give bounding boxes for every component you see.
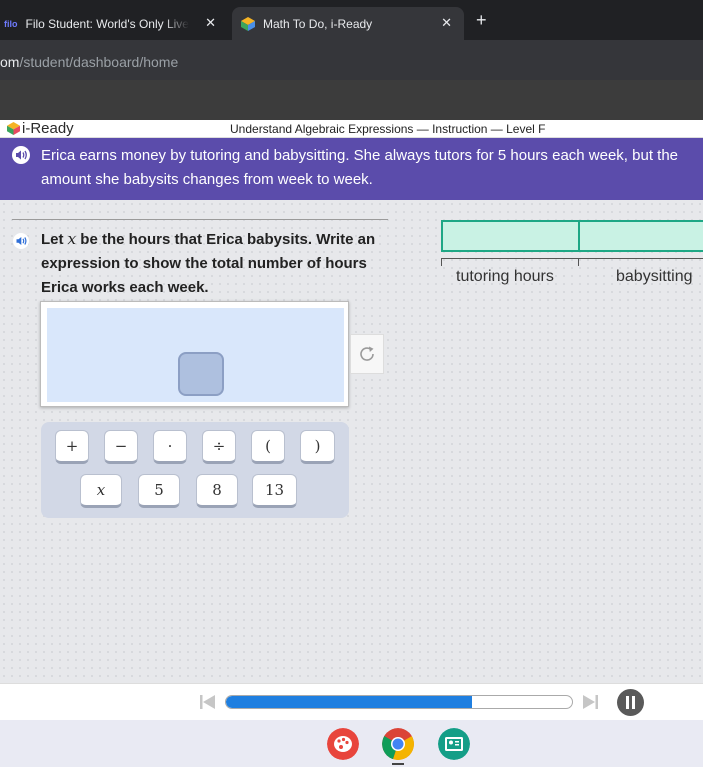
classroom-app-icon[interactable]	[438, 728, 470, 760]
banner-text: Erica earns money by tutoring and babysi…	[41, 147, 679, 188]
tab-iready[interactable]: Math To Do, i-Ready ✕	[232, 7, 464, 40]
keypad: + − · ÷ ( ) x 5 8 13	[41, 422, 349, 518]
key-13[interactable]: 13	[252, 474, 297, 508]
key-close-paren[interactable]: )	[300, 430, 335, 464]
lesson-content: Let x be the hours that Erica babysits. …	[0, 200, 703, 683]
chrome-app-icon[interactable]	[382, 728, 414, 760]
key-x[interactable]: x	[80, 474, 122, 508]
progress-fill	[226, 696, 472, 708]
url-text[interactable]: om/student/dashboard/home	[0, 54, 178, 70]
address-bar[interactable]: om/student/dashboard/home	[0, 40, 703, 80]
tab-title: Math To Do, i-Ready	[263, 16, 373, 31]
close-tab-icon[interactable]: ✕	[205, 15, 216, 31]
active-app-indicator	[392, 763, 404, 765]
lesson-player	[0, 683, 703, 720]
babysitting-bracket	[578, 258, 703, 266]
reset-button[interactable]	[350, 334, 384, 374]
key-divide[interactable]: ÷	[202, 430, 236, 464]
pause-button[interactable]	[617, 689, 644, 716]
filo-favicon: filo	[4, 18, 18, 29]
browser-tab-strip: filo Filo Student: World's Only Live Ins…	[0, 0, 703, 40]
variable-x: x	[67, 230, 77, 248]
skip-forward-icon[interactable]	[581, 694, 599, 710]
expression-drop-area[interactable]	[47, 308, 344, 402]
question-text: Let x be the hours that Erica babysits. …	[41, 230, 376, 296]
key-5[interactable]: 5	[138, 474, 180, 508]
key-multiply[interactable]: ·	[153, 430, 187, 464]
tutoring-segment	[441, 220, 580, 252]
divider	[12, 219, 388, 220]
iready-cube-icon	[7, 122, 20, 135]
progress-bar[interactable]	[225, 695, 573, 709]
bar-model	[441, 220, 703, 252]
lesson-title: Understand Algebraic Expressions — Instr…	[230, 122, 546, 136]
lesson-header: i-Ready Understand Algebraic Expressions…	[0, 120, 703, 138]
key-open-paren[interactable]: (	[251, 430, 285, 464]
iready-logo: i-Ready	[7, 120, 74, 137]
palette-app-icon[interactable]	[327, 728, 359, 760]
empty-answer-slot[interactable]	[178, 352, 224, 396]
key-minus[interactable]: −	[104, 430, 138, 464]
browser-toolbar-band	[0, 80, 703, 120]
new-tab-button[interactable]: +	[476, 10, 487, 31]
key-plus[interactable]: +	[55, 430, 89, 464]
babysitting-segment	[578, 220, 703, 252]
speaker-icon[interactable]	[13, 233, 33, 249]
pause-icon	[626, 696, 629, 709]
iready-favicon-icon	[241, 16, 255, 31]
tab-filo[interactable]: filo Filo Student: World's Only Live Ins…	[0, 7, 228, 40]
close-tab-icon[interactable]: ✕	[441, 15, 452, 31]
reset-icon	[360, 346, 374, 361]
speaker-icon[interactable]	[12, 146, 34, 164]
tab-title: Filo Student: World's Only Live Instant	[25, 16, 189, 31]
tutoring-hours-label: tutoring hours	[456, 268, 554, 285]
answer-card	[40, 301, 349, 407]
os-shelf	[0, 720, 703, 767]
tutoring-bracket	[441, 258, 578, 266]
key-8[interactable]: 8	[196, 474, 238, 508]
skip-back-icon[interactable]	[199, 694, 217, 710]
problem-banner: Erica earns money by tutoring and babysi…	[0, 138, 703, 200]
babysitting-label: babysitting	[616, 268, 693, 285]
